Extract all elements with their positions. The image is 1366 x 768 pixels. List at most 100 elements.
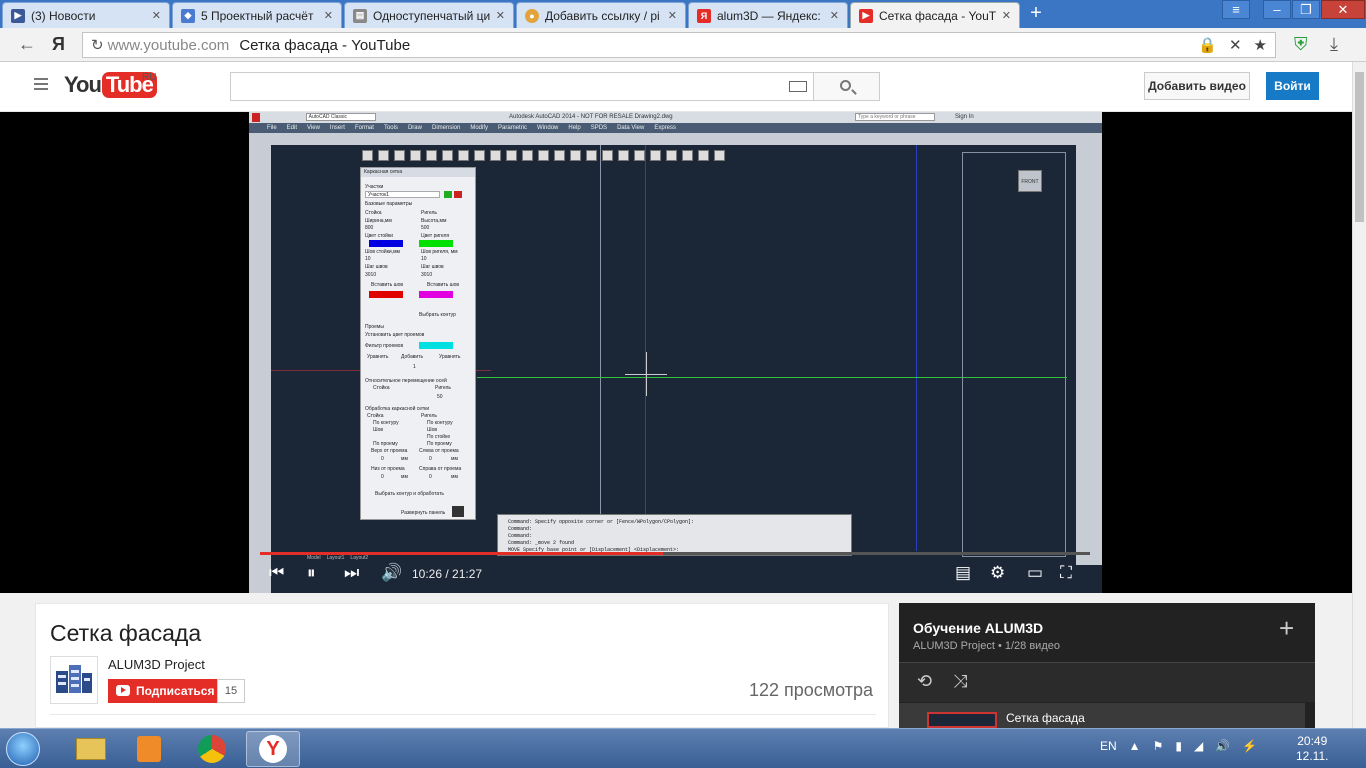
yandex-home-button[interactable]: Я: [52, 34, 65, 55]
bookmark-star-icon[interactable]: ★: [1254, 36, 1267, 54]
pause-icon[interactable]: ⏸: [307, 564, 316, 581]
acad-titlebar: AutoCAD Classic Autodesk AutoCAD 2014 - …: [249, 112, 1102, 123]
search-input[interactable]: [230, 72, 814, 101]
show-hidden-icons[interactable]: ▲: [1129, 739, 1141, 753]
subtitles-icon[interactable]: ▤: [955, 564, 971, 581]
frame-grid-panel: Каркасная сетка Участки Участок1 Базовые…: [360, 167, 476, 520]
guide-menu-icon[interactable]: [34, 78, 48, 90]
taskbar-explorer[interactable]: [64, 731, 118, 767]
add-to-playlist-icon[interactable]: +: [1279, 613, 1294, 644]
label: Развернуть панель: [401, 510, 446, 516]
language-indicator[interactable]: EN: [1100, 739, 1117, 753]
value: 0: [381, 474, 384, 480]
browser-tab-youtube[interactable]: ▶ Сетка фасада - YouTu ✕: [850, 2, 1020, 28]
flag-icon[interactable]: ⚑: [1153, 739, 1164, 753]
view-count: 122 просмотра: [748, 680, 873, 700]
acad-menubar: File Edit View Insert Format Tools Draw …: [249, 123, 1102, 133]
subscriber-count: 15: [217, 679, 245, 703]
new-tab-button[interactable]: +: [1024, 3, 1048, 24]
channel-name[interactable]: ALUM3D Project: [108, 657, 205, 672]
acad-menu-item: Draw: [407, 125, 422, 131]
taskbar-media-player[interactable]: [122, 731, 176, 767]
color-swatch: [419, 342, 453, 349]
taskbar-chrome[interactable]: [185, 731, 239, 767]
label: Шаг швов: [365, 264, 388, 270]
close-icon[interactable]: ✕: [830, 9, 839, 22]
video-player[interactable]: AutoCAD Classic Autodesk AutoCAD 2014 - …: [0, 112, 1352, 593]
power-icon[interactable]: ⚡: [1242, 739, 1257, 753]
reload-icon[interactable]: ↻: [91, 36, 104, 54]
video-info-card: Сетка фасада ALUM3D Project Подписаться …: [35, 603, 889, 728]
fullscreen-icon[interactable]: ⛶: [1060, 564, 1072, 581]
clear-icon[interactable]: ✕: [1229, 36, 1242, 54]
command-line: Command:: [508, 533, 533, 539]
panel-title: Каркасная сетка: [361, 168, 475, 177]
search-button[interactable]: [813, 72, 880, 101]
minimize-icon[interactable]: –: [1263, 0, 1291, 19]
menu-icon[interactable]: ≡: [1222, 0, 1250, 19]
keyboard-icon[interactable]: [789, 81, 807, 92]
video-progress-bar[interactable]: [260, 552, 1090, 555]
label: Уравнять: [367, 354, 389, 360]
next-icon[interactable]: ⏭: [344, 564, 359, 581]
taskbar-yandex[interactable]: Y: [246, 731, 300, 767]
logo-you: You: [64, 72, 102, 97]
label: Ширина,мм: [365, 218, 392, 224]
theater-mode-icon[interactable]: ▭: [1027, 564, 1043, 581]
label: Цвет ригеля: [421, 233, 450, 239]
autocad-screen: AutoCAD Classic Autodesk AutoCAD 2014 - …: [249, 112, 1102, 593]
page-scrollbar[interactable]: [1352, 62, 1366, 728]
back-arrow-icon[interactable]: ←: [18, 34, 36, 55]
tab-title: Добавить ссылку / pi: [545, 8, 660, 23]
alum3d-logo-icon: [56, 665, 92, 693]
close-window-icon[interactable]: ✕: [1321, 0, 1365, 19]
browser-tab-single-stage[interactable]: ▤ Одноступенчатый ци ✕: [344, 2, 514, 28]
acad-menu-item: Dimension: [431, 125, 461, 131]
close-icon[interactable]: ✕: [496, 9, 505, 22]
media-player-icon: [137, 736, 161, 762]
autocad-logo-icon: [252, 113, 260, 122]
folder-icon: [76, 738, 106, 760]
signal-icon[interactable]: ◢: [1194, 739, 1203, 753]
start-button[interactable]: [6, 732, 40, 766]
sign-in-button[interactable]: Войти: [1266, 72, 1319, 100]
taskbar-clock[interactable]: 20:49 12.11.: [1296, 734, 1328, 764]
close-icon[interactable]: ✕: [668, 9, 677, 22]
color-swatch: [369, 291, 403, 298]
volume-icon[interactable]: 🔊: [381, 564, 402, 581]
repeat-icon[interactable]: ⟲: [917, 671, 932, 692]
label: Ригель: [435, 385, 451, 391]
previous-icon[interactable]: ⏮: [269, 564, 284, 581]
network-icon[interactable]: ▮: [1175, 739, 1182, 753]
close-icon[interactable]: ✕: [324, 9, 333, 22]
channel-avatar[interactable]: [50, 656, 98, 704]
label: Цвет стойки: [365, 233, 393, 239]
playlist-item[interactable]: Сетка фасада: [899, 703, 1305, 728]
close-icon[interactable]: ✕: [152, 9, 161, 22]
shuffle-icon[interactable]: ⤨: [953, 671, 967, 692]
browser-tab-news[interactable]: ▶ (3) Новости ✕: [2, 2, 170, 28]
settings-gear-icon[interactable]: ⚙: [990, 564, 1005, 581]
expand-icon: [452, 506, 464, 517]
browser-tab-add-link[interactable]: ● Добавить ссылку / pi ✕: [516, 2, 686, 28]
acad-menu-item: Modify: [470, 125, 489, 131]
subscribe-button[interactable]: Подписаться: [108, 679, 217, 703]
close-icon[interactable]: ✕: [1002, 9, 1011, 22]
maximize-icon[interactable]: ❐: [1292, 0, 1320, 19]
add-video-button[interactable]: Добавить видео: [1144, 72, 1250, 100]
address-bar[interactable]: ↻ www.youtube.com Сетка фасада - YouTube…: [82, 32, 1276, 58]
volume-icon[interactable]: 🔊: [1215, 739, 1230, 753]
playlist-title[interactable]: Обучение ALUM3D: [913, 620, 1043, 636]
browser-tab-project[interactable]: ◆ 5 Проектный расчёт ✕: [172, 2, 342, 28]
label: Участки: [365, 184, 384, 190]
youtube-logo[interactable]: You Tube RU: [64, 72, 157, 98]
scrollbar-thumb[interactable]: [1355, 72, 1364, 222]
divider: [50, 714, 876, 715]
subscribe-label: Подписаться: [136, 684, 215, 698]
download-icon[interactable]: ⤓: [1330, 34, 1338, 55]
value: 800: [365, 225, 374, 231]
browser-tab-yandex[interactable]: Я alum3D — Яндекс: на ✕: [688, 2, 848, 28]
label: Стойка: [365, 210, 382, 216]
protect-shield-icon[interactable]: ⛨: [1294, 34, 1308, 55]
youtube-icon: ▶: [859, 8, 873, 23]
